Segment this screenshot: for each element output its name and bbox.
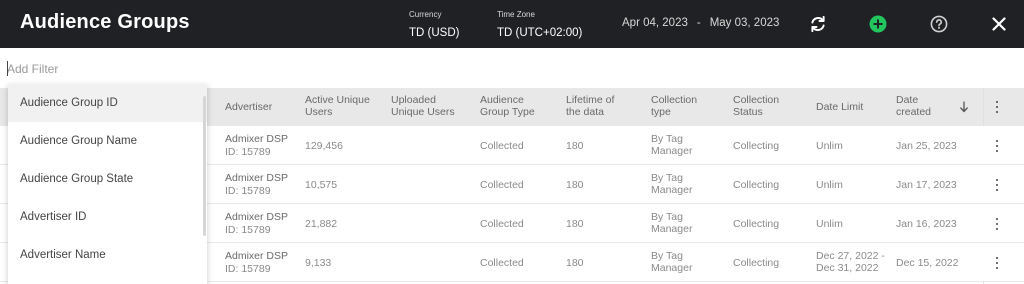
filter-option-advertiser-name[interactable]: Advertiser Name — [8, 236, 207, 274]
date-limit: Unlim — [816, 179, 843, 191]
filter-option-audience-group-name[interactable]: Audience Group Name — [8, 122, 207, 160]
advertiser-id: ID: 15789 — [225, 146, 271, 158]
advertiser-id: ID: 15789 — [225, 263, 271, 275]
app-header: Audience Groups Currency TD (USD) Time Z… — [0, 0, 1024, 48]
currency-caption: Currency — [409, 10, 442, 19]
column-header-audience-group-type[interactable]: Audience Group Type — [480, 94, 542, 118]
lifetime: 180 — [566, 218, 584, 230]
advertiser-name: Admixer DSP — [225, 211, 289, 223]
date-limit: Unlim — [816, 140, 843, 152]
active-users: 129,456 — [305, 140, 343, 152]
collection-type: By Tag Manager — [651, 172, 693, 196]
date-created: Jan 25, 2023 — [896, 140, 957, 152]
filter-dropdown: Audience Group ID Audience Group Name Au… — [8, 84, 207, 284]
active-users: 9,133 — [305, 257, 332, 269]
date-range-picker[interactable]: Apr 04, 2023- May 03, 2023 — [622, 17, 779, 29]
column-header-active-unique-users[interactable]: Active Unique Users — [305, 94, 385, 118]
date-created: Jan 17, 2023 — [896, 179, 957, 191]
date-created: Dec 15, 2022 — [896, 257, 959, 269]
column-header-date-created[interactable]: Date created — [896, 94, 941, 118]
columns-menu-icon[interactable] — [994, 101, 1000, 113]
refresh-icon[interactable] — [808, 14, 828, 34]
lifetime: 180 — [566, 140, 584, 152]
row-menu-icon[interactable] — [994, 140, 1000, 152]
group-type: Collected — [480, 218, 524, 230]
column-header-uploaded-unique-users[interactable]: Uploaded Unique Users — [391, 94, 466, 118]
sort-down-icon[interactable] — [959, 101, 969, 113]
help-icon[interactable] — [929, 14, 949, 34]
close-icon[interactable] — [989, 14, 1009, 34]
date-created: Jan 16, 2023 — [896, 218, 957, 230]
row-menu-icon[interactable] — [994, 179, 1000, 191]
advertiser-id: ID: 15789 — [225, 185, 271, 197]
advertiser-name: Admixer DSP — [225, 133, 289, 145]
collection-status: Collecting — [733, 257, 780, 269]
column-header-lifetime[interactable]: Lifetime of the data — [566, 94, 626, 118]
advertiser-id: ID: 15789 — [225, 224, 271, 236]
add-filter-input[interactable] — [7, 60, 307, 78]
row-menu-icon[interactable] — [994, 218, 1000, 230]
advertiser-name: Admixer DSP — [225, 250, 289, 262]
collection-status: Collecting — [733, 218, 780, 230]
page-title: Audience Groups — [20, 11, 190, 33]
column-header-advertiser[interactable]: Advertiser — [225, 101, 272, 113]
timezone-value: TD (UTC+02:00) — [497, 27, 583, 39]
date-from: Apr 04, 2023 — [622, 17, 688, 29]
collection-type: By Tag Manager — [651, 133, 693, 157]
lifetime: 180 — [566, 257, 584, 269]
filter-option-audience-group-state[interactable]: Audience Group State — [8, 160, 207, 198]
collection-status: Collecting — [733, 140, 780, 152]
currency-selector[interactable]: Currency TD (USD) — [409, 10, 459, 40]
text-cursor — [7, 61, 8, 76]
filter-option-audience-group-id[interactable]: Audience Group ID — [8, 84, 207, 122]
collection-type: By Tag Manager — [651, 211, 693, 235]
collection-type: By Tag Manager — [651, 250, 693, 274]
column-header-collection-type[interactable]: Collection type — [651, 94, 706, 118]
date-limit: Dec 27, 2022 - Dec 31, 2022 — [816, 250, 885, 274]
group-type: Collected — [480, 140, 524, 152]
dropdown-scrollbar[interactable] — [203, 96, 206, 236]
active-users: 21,882 — [305, 218, 338, 230]
filter-option-advertiser-id[interactable]: Advertiser ID — [8, 198, 207, 236]
filter-bar — [0, 48, 1024, 88]
currency-value: TD (USD) — [409, 27, 460, 39]
collection-status: Collecting — [733, 179, 780, 191]
column-header-collection-status[interactable]: Collection Status — [733, 94, 788, 118]
active-users: 10,575 — [305, 179, 338, 191]
lifetime: 180 — [566, 179, 584, 191]
group-type: Collected — [480, 179, 524, 191]
row-menu-icon[interactable] — [994, 257, 1000, 269]
date-to: May 03, 2023 — [709, 17, 780, 29]
timezone-selector[interactable]: Time Zone TD (UTC+02:00) — [497, 10, 582, 40]
group-type: Collected — [480, 257, 524, 269]
add-icon[interactable] — [868, 14, 888, 34]
timezone-caption: Time Zone — [497, 10, 535, 19]
date-separator: - — [696, 17, 701, 29]
date-limit: Unlim — [816, 218, 843, 230]
column-header-date-limit[interactable]: Date Limit — [816, 101, 863, 113]
advertiser-name: Admixer DSP — [225, 172, 289, 184]
